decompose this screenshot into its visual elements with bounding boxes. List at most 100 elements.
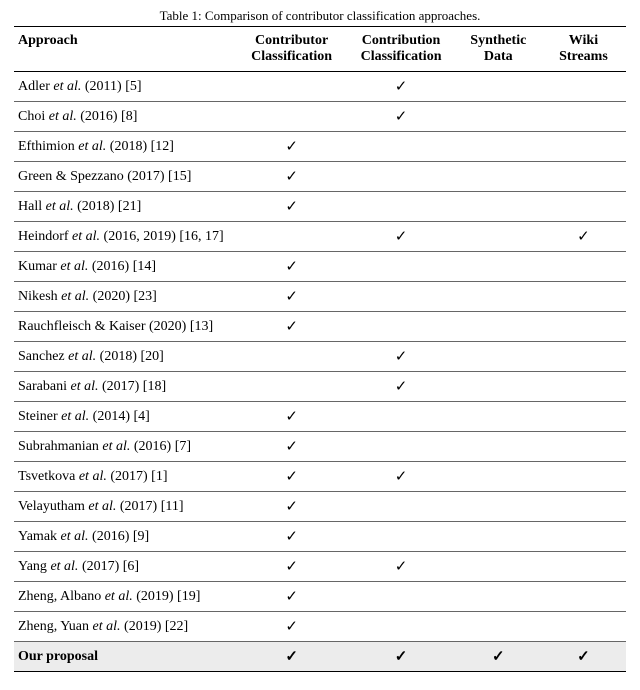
approach-text: Zheng, Yuan <box>18 619 93 634</box>
approach-text: Heindorf <box>18 229 72 244</box>
mark-cell <box>541 312 626 342</box>
approach-cell: Green & Spezzano (2017) [15] <box>14 162 237 192</box>
approach-text: Adler <box>18 79 53 94</box>
check-icon <box>285 409 298 425</box>
check-icon <box>395 649 408 665</box>
mark-cell <box>346 192 455 222</box>
mark-cell <box>541 432 626 462</box>
mark-cell <box>456 132 541 162</box>
approach-etal: et al. <box>70 379 98 394</box>
mark-cell <box>456 312 541 342</box>
check-icon <box>577 229 590 245</box>
approach-text: (2017) [11] <box>116 499 183 514</box>
approach-text: Nikesh <box>18 289 61 304</box>
col-header-text: Streams <box>559 49 608 64</box>
check-icon <box>285 199 298 215</box>
approach-text: (2018) [20] <box>96 349 164 364</box>
approach-cell: Velayutham et al. (2017) [11] <box>14 492 237 522</box>
approach-text: (2011) [5] <box>81 79 141 94</box>
mark-cell <box>456 102 541 132</box>
approach-cell: Zheng, Albano et al. (2019) [19] <box>14 582 237 612</box>
approach-text: Subrahmanian <box>18 439 102 454</box>
mark-cell <box>541 402 626 432</box>
check-icon <box>285 649 298 665</box>
col-header-wiki: Wiki Streams <box>541 27 626 72</box>
col-header-text: Data <box>484 49 513 64</box>
mark-cell <box>541 72 626 102</box>
approach-text: (2019) [19] <box>133 589 201 604</box>
approach-etal: et al. <box>88 499 116 514</box>
mark-cell <box>541 222 626 252</box>
mark-cell <box>346 162 455 192</box>
mark-cell <box>456 282 541 312</box>
mark-cell <box>456 402 541 432</box>
approach-etal: et al. <box>50 559 78 574</box>
check-icon <box>395 229 408 245</box>
mark-cell <box>456 492 541 522</box>
approach-text: (2016) [8] <box>77 109 138 124</box>
mark-cell <box>237 582 346 612</box>
col-header-text: Synthetic <box>470 33 526 48</box>
approach-text: (2018) [12] <box>106 139 174 154</box>
col-header-text: Classification <box>251 49 332 64</box>
approach-cell: Tsvetkova et al. (2017) [1] <box>14 462 237 492</box>
approach-etal: et al. <box>61 529 89 544</box>
mark-cell <box>456 72 541 102</box>
mark-cell <box>237 72 346 102</box>
mark-cell <box>456 372 541 402</box>
approach-text: (2016, 2019) [16, 17] <box>100 229 224 244</box>
comparison-table: Approach Contributor Classification Cont… <box>14 26 626 672</box>
mark-cell <box>456 222 541 252</box>
mark-cell <box>237 522 346 552</box>
table-row: Heindorf et al. (2016, 2019) [16, 17] <box>14 222 626 252</box>
col-header-text: Contributor <box>255 33 328 48</box>
mark-cell <box>541 132 626 162</box>
mark-cell <box>237 192 346 222</box>
mark-cell <box>346 492 455 522</box>
approach-text: Zheng, Albano <box>18 589 105 604</box>
table-row: Zheng, Albano et al. (2019) [19] <box>14 582 626 612</box>
check-icon <box>492 649 505 665</box>
approach-etal: et al. <box>53 79 81 94</box>
table-row: Sanchez et al. (2018) [20] <box>14 342 626 372</box>
mark-cell <box>346 102 455 132</box>
mark-cell <box>346 462 455 492</box>
mark-cell <box>541 192 626 222</box>
approach-text: Our proposal <box>18 649 98 664</box>
approach-cell: Efthimion et al. (2018) [12] <box>14 132 237 162</box>
table-row: Our proposal <box>14 642 626 672</box>
approach-cell: Rauchfleisch & Kaiser (2020) [13] <box>14 312 237 342</box>
mark-cell <box>237 342 346 372</box>
approach-cell: Yang et al. (2017) [6] <box>14 552 237 582</box>
check-icon <box>285 499 298 515</box>
mark-cell <box>541 552 626 582</box>
table-row: Kumar et al. (2016) [14] <box>14 252 626 282</box>
approach-text: Tsvetkova <box>18 469 79 484</box>
mark-cell <box>237 432 346 462</box>
approach-etal: et al. <box>79 469 107 484</box>
approach-text: (2014) [4] <box>89 409 150 424</box>
mark-cell <box>346 582 455 612</box>
table-row: Rauchfleisch & Kaiser (2020) [13] <box>14 312 626 342</box>
table-row: Sarabani et al. (2017) [18] <box>14 372 626 402</box>
approach-text: (2016) [14] <box>88 259 156 274</box>
approach-cell: Zheng, Yuan et al. (2019) [22] <box>14 612 237 642</box>
mark-cell <box>541 162 626 192</box>
approach-etal: et al. <box>68 349 96 364</box>
mark-cell <box>456 342 541 372</box>
mark-cell <box>541 372 626 402</box>
approach-text: Yamak <box>18 529 61 544</box>
mark-cell <box>541 612 626 642</box>
table-body: Adler et al. (2011) [5]Choi et al. (2016… <box>14 72 626 672</box>
approach-etal: et al. <box>60 259 88 274</box>
table-row: Yang et al. (2017) [6] <box>14 552 626 582</box>
mark-cell <box>456 582 541 612</box>
mark-cell <box>237 372 346 402</box>
mark-cell <box>237 222 346 252</box>
approach-text: (2019) [22] <box>121 619 189 634</box>
approach-etal: et al. <box>93 619 121 634</box>
mark-cell <box>541 252 626 282</box>
check-icon <box>285 559 298 575</box>
mark-cell <box>237 402 346 432</box>
mark-cell <box>237 642 346 672</box>
